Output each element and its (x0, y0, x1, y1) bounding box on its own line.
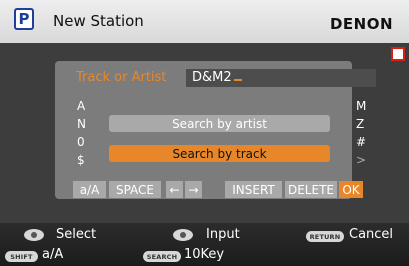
field-label: Track or Artist (76, 70, 167, 85)
right-arrow-key[interactable]: → (185, 181, 202, 198)
insert-key[interactable]: INSERT (225, 181, 282, 198)
search-button-icon: SEARCH (143, 251, 181, 262)
char-item[interactable]: M (356, 97, 366, 115)
cancel-hint: Cancel (349, 227, 394, 242)
shift-button-icon: SHIFT (5, 251, 38, 262)
text-cursor (233, 79, 242, 81)
search-input-value: D&M2 (192, 70, 232, 85)
char-item[interactable]: # (356, 133, 366, 151)
delete-key[interactable]: DELETE (285, 181, 337, 198)
search-input[interactable]: D&M2 (186, 69, 376, 87)
cursor-pad-icon (24, 229, 44, 241)
char-item[interactable]: $ (77, 151, 86, 169)
return-button-icon: RETURN (306, 231, 344, 242)
search-by-track-button[interactable]: Search by track (109, 145, 330, 162)
search-hint: 10Key (184, 247, 225, 262)
header-bar: P New Station DENON (0, 0, 409, 43)
char-list-left[interactable]: A N 0 $ (77, 97, 86, 169)
char-item[interactable]: 0 (77, 133, 86, 151)
footer-bar: Select Input RETURN Cancel SHIFT a/A SEA… (0, 223, 409, 266)
record-indicator-icon (391, 47, 405, 61)
space-key[interactable]: SPACE (109, 181, 161, 198)
select-hint: Select (56, 227, 97, 242)
char-item[interactable]: Z (356, 115, 366, 133)
char-item[interactable]: A (77, 97, 86, 115)
input-hint: Input (206, 227, 240, 242)
page-title: New Station (53, 12, 144, 30)
case-toggle-key[interactable]: a/A (73, 181, 106, 198)
cursor-pad-icon (173, 229, 193, 241)
left-arrow-key[interactable]: ← (166, 181, 183, 198)
char-item[interactable]: N (77, 115, 86, 133)
shift-hint: a/A (42, 247, 64, 262)
ok-key[interactable]: OK (339, 181, 363, 198)
brand-logo: DENON (329, 15, 393, 33)
search-by-artist-button[interactable]: Search by artist (109, 115, 330, 132)
char-list-right[interactable]: M Z # > (356, 97, 366, 169)
char-item[interactable]: > (356, 151, 366, 169)
p-logo-icon: P (14, 8, 34, 30)
